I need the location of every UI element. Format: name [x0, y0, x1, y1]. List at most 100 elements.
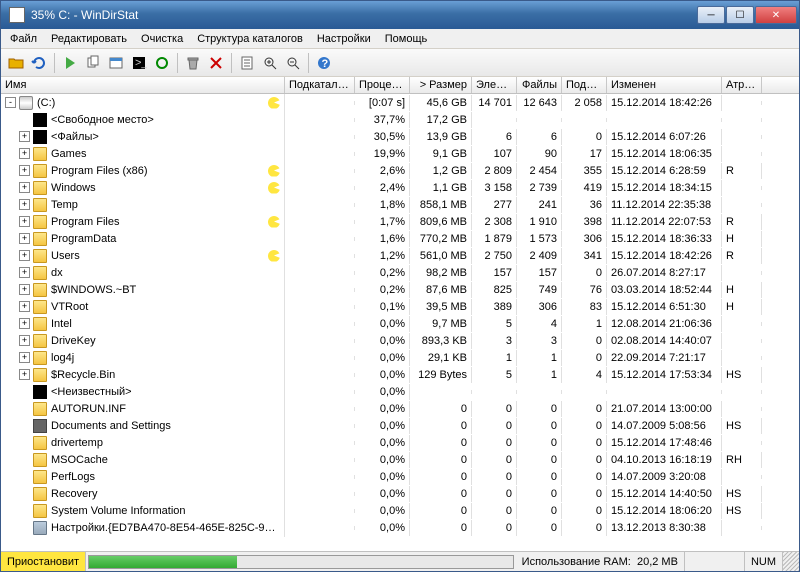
app-icon — [9, 7, 25, 23]
expander[interactable]: + — [19, 216, 30, 227]
table-row[interactable]: +$WINDOWS.~BT 0,2% 87,6 MB 825 749 76 03… — [1, 281, 799, 298]
svg-text:?: ? — [322, 58, 329, 70]
table-row[interactable]: +Temp 1,8% 858,1 MB 277 241 36 11.12.201… — [1, 196, 799, 213]
table-row[interactable]: PerfLogs 0,0% 0 0 0 0 14.07.2009 3:20:08 — [1, 468, 799, 485]
expander[interactable]: + — [19, 131, 30, 142]
cfg-icon — [33, 521, 47, 535]
pacman-icon — [268, 216, 280, 228]
resize-grip[interactable] — [783, 552, 799, 571]
menu-treemap[interactable]: Структура каталогов — [190, 31, 310, 47]
copy-icon[interactable] — [82, 52, 104, 74]
expander[interactable]: + — [19, 369, 30, 380]
expander[interactable]: + — [19, 267, 30, 278]
col-subdirs[interactable]: Подка... — [562, 77, 607, 93]
table-row[interactable]: MSOCache 0,0% 0 0 0 0 04.10.2013 16:18:1… — [1, 451, 799, 468]
table-row[interactable]: -(C:) [0:07 s] 45,6 GB 14 701 12 643 2 0… — [1, 94, 799, 111]
table-row[interactable]: <Свободное место> 37,7% 17,2 GB — [1, 111, 799, 128]
column-header-row: Имя Подкаталоги, % Процент... > Размер Э… — [1, 77, 799, 94]
statusbar: Приостановит Использование RAM: 20,2 MB … — [1, 551, 799, 571]
expander[interactable]: + — [19, 199, 30, 210]
table-row[interactable]: +VTRoot 0,1% 39,5 MB 389 306 83 15.12.20… — [1, 298, 799, 315]
folder-icon — [33, 232, 47, 246]
refresh-icon[interactable] — [28, 52, 50, 74]
table-row[interactable]: +Games 19,9% 9,1 GB 107 90 17 15.12.2014… — [1, 145, 799, 162]
close-button[interactable]: ✕ — [755, 6, 797, 24]
table-row[interactable]: +Program Files (x86) 2,6% 1,2 GB 2 809 2… — [1, 162, 799, 179]
table-row[interactable]: +Windows 2,4% 1,1 GB 3 158 2 739 419 15.… — [1, 179, 799, 196]
expander[interactable]: + — [19, 352, 30, 363]
col-size[interactable]: > Размер — [410, 77, 472, 93]
expander[interactable]: + — [19, 148, 30, 159]
delete-icon[interactable] — [205, 52, 227, 74]
col-name[interactable]: Имя — [1, 77, 285, 93]
folder-icon — [33, 402, 47, 416]
table-row[interactable]: +ProgramData 1,6% 770,2 MB 1 879 1 573 3… — [1, 230, 799, 247]
menu-cleanup[interactable]: Очистка — [134, 31, 190, 47]
pause-button[interactable]: Приостановит — [1, 552, 86, 571]
titlebar[interactable]: 35% C: - WinDirStat ─ ☐ ✕ — [1, 1, 799, 29]
item-name: ProgramData — [51, 233, 280, 245]
blockg-icon — [33, 419, 47, 433]
expander[interactable]: + — [19, 301, 30, 312]
folder-icon — [33, 283, 47, 297]
expander[interactable]: + — [19, 182, 30, 193]
ram-label: Использование RAM: 20,2 MB — [516, 552, 685, 571]
menu-help[interactable]: Помощь — [378, 31, 435, 47]
help-icon[interactable]: ? — [313, 52, 335, 74]
open-icon[interactable] — [5, 52, 27, 74]
zoom-in-icon[interactable] — [259, 52, 281, 74]
suspend-icon[interactable] — [59, 52, 81, 74]
table-row[interactable]: <Неизвестный> 0,0% — [1, 383, 799, 400]
table-row[interactable]: +Users 1,2% 561,0 MB 2 750 2 409 341 15.… — [1, 247, 799, 264]
col-files[interactable]: Файлы — [517, 77, 562, 93]
table-row[interactable]: System Volume Information 0,0% 0 0 0 0 1… — [1, 502, 799, 519]
table-row[interactable]: Настройки.{ED7BA470-8E54-465E-825C-99712… — [1, 519, 799, 536]
item-name: $Recycle.Bin — [51, 369, 280, 381]
menu-settings[interactable]: Настройки — [310, 31, 378, 47]
pacman-icon — [268, 250, 280, 262]
expander[interactable]: + — [19, 165, 30, 176]
col-items[interactable]: Элем... — [472, 77, 517, 93]
col-attr[interactable]: Атри... — [722, 77, 762, 93]
expander[interactable]: + — [19, 233, 30, 244]
table-row[interactable]: drivertemp 0,0% 0 0 0 0 15.12.2014 17:48… — [1, 434, 799, 451]
recycle-icon[interactable] — [182, 52, 204, 74]
col-modified[interactable]: Изменен — [607, 77, 722, 93]
block-icon — [33, 130, 47, 144]
maximize-button[interactable]: ☐ — [726, 6, 754, 24]
folder-icon — [33, 147, 47, 161]
table-row[interactable]: AUTORUN.INF 0,0% 0 0 0 0 21.07.2014 13:0… — [1, 400, 799, 417]
item-name: AUTORUN.INF — [51, 403, 280, 415]
zoom-out-icon[interactable] — [282, 52, 304, 74]
explorer-icon[interactable] — [105, 52, 127, 74]
table-row[interactable]: +<Файлы> 30,5% 13,9 GB 6 6 0 15.12.2014 … — [1, 128, 799, 145]
svg-text:>_: >_ — [135, 57, 147, 69]
refresh2-icon[interactable] — [151, 52, 173, 74]
col-percent[interactable]: Процент... — [355, 77, 410, 93]
table-row[interactable]: +$Recycle.Bin 0,0% 129 Bytes 5 1 4 15.12… — [1, 366, 799, 383]
minimize-button[interactable]: ─ — [697, 6, 725, 24]
table-row[interactable]: +DriveKey 0,0% 893,3 KB 3 3 0 02.08.2014… — [1, 332, 799, 349]
folder-icon — [33, 436, 47, 450]
expander[interactable]: + — [19, 318, 30, 329]
expander[interactable]: + — [19, 284, 30, 295]
col-subtree[interactable]: Подкаталоги, % — [285, 77, 355, 93]
item-name: DriveKey — [51, 335, 280, 347]
table-row[interactable]: +Intel 0,0% 9,7 MB 5 4 1 12.08.2014 21:0… — [1, 315, 799, 332]
expander[interactable]: - — [5, 97, 16, 108]
item-name: dx — [51, 267, 280, 279]
cmd-icon[interactable]: >_ — [128, 52, 150, 74]
table-row[interactable]: +Program Files 1,7% 809,6 MB 2 308 1 910… — [1, 213, 799, 230]
menu-edit[interactable]: Редактировать — [44, 31, 134, 47]
expander[interactable]: + — [19, 250, 30, 261]
menu-file[interactable]: Файл — [3, 31, 44, 47]
table-row[interactable]: +log4j 0,0% 29,1 KB 1 1 0 22.09.2014 7:2… — [1, 349, 799, 366]
table-row[interactable]: Documents and Settings 0,0% 0 0 0 0 14.0… — [1, 417, 799, 434]
props-icon[interactable] — [236, 52, 258, 74]
item-name: Documents and Settings — [51, 420, 280, 432]
table-row[interactable]: +dx 0,2% 98,2 MB 157 157 0 26.07.2014 8:… — [1, 264, 799, 281]
folder-icon — [33, 181, 47, 195]
expander[interactable]: + — [19, 335, 30, 346]
table-row[interactable]: Recovery 0,0% 0 0 0 0 15.12.2014 14:40:5… — [1, 485, 799, 502]
file-tree[interactable]: Имя Подкаталоги, % Процент... > Размер Э… — [1, 77, 799, 551]
